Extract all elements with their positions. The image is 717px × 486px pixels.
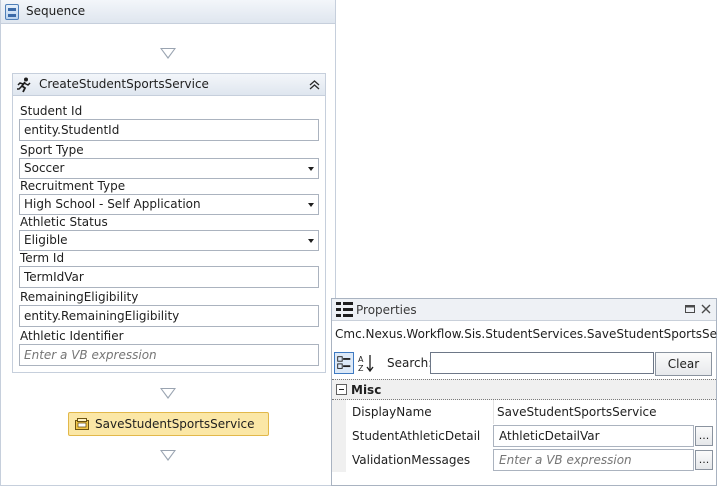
create-student-sports-service-activity[interactable]: CreateStudentSportsService Student Id Sp… (12, 73, 326, 373)
activity-icon (75, 418, 89, 430)
drop-target-arrow-icon[interactable] (160, 388, 176, 399)
drop-target-arrow-icon[interactable] (160, 450, 176, 461)
collapse-minus-icon[interactable] (336, 384, 347, 395)
properties-toolbar: A Z Search: Clear (332, 349, 716, 377)
recruitment-type-label: Recruitment Type (20, 179, 126, 193)
drop-target-arrow-icon[interactable] (160, 48, 176, 59)
student-id-label: Student Id (20, 104, 83, 118)
athletic-status-value: Eligible (24, 233, 68, 247)
student-athletic-detail-input[interactable] (493, 425, 694, 447)
clear-button[interactable]: Clear (655, 352, 712, 376)
property-row-student-athletic-detail[interactable]: StudentAthleticDetail ... (332, 424, 716, 448)
category-label: Misc (351, 383, 382, 397)
dropdown-arrow-icon[interactable] (308, 203, 314, 207)
validation-messages-input[interactable] (493, 449, 694, 471)
athletic-identifier-label: Athletic Identifier (20, 329, 124, 343)
term-id-input[interactable] (19, 266, 319, 288)
selected-type-name: Cmc.Nexus.Workflow.Sis.StudentServices.S… (335, 327, 717, 341)
properties-panel[interactable]: Properties Cmc.Nexus.Workflow.Sis.Studen… (331, 298, 717, 486)
row-gutter (332, 424, 346, 448)
athletic-status-label: Athletic Status (20, 215, 108, 229)
properties-titlebar[interactable]: Properties (332, 299, 716, 321)
student-id-input[interactable] (19, 119, 319, 141)
sort-alphabetical-icon[interactable]: A Z (356, 352, 376, 374)
remaining-eligibility-label: RemainingEligibility (20, 290, 139, 304)
sequence-title: Sequence (26, 4, 86, 18)
athletic-identifier-input[interactable] (19, 344, 319, 366)
property-row-display-name[interactable]: DisplayName SaveStudentSportsService (332, 400, 716, 424)
svg-text:Z: Z (358, 364, 364, 373)
search-label: Search: (387, 356, 433, 370)
ellipsis-button[interactable]: ... (695, 450, 713, 470)
sport-type-value: Soccer (24, 161, 65, 175)
ellipsis-button[interactable]: ... (695, 426, 713, 446)
term-id-label: Term Id (20, 251, 65, 265)
column-divider (493, 400, 494, 424)
row-gutter (332, 400, 346, 424)
property-name: ValidationMessages (352, 453, 471, 467)
property-grid: Misc DisplayName SaveStudentSportsServic… (332, 379, 716, 486)
save-student-sports-service-activity[interactable]: SaveStudentSportsService (68, 412, 269, 436)
category-row-misc[interactable]: Misc (332, 379, 716, 400)
property-name: StudentAthleticDetail (352, 429, 481, 443)
sequence-header[interactable]: Sequence (1, 0, 335, 24)
search-input[interactable] (430, 352, 654, 374)
sport-type-combobox[interactable]: Soccer (19, 158, 319, 179)
sequence-container[interactable]: Sequence CreateStudentSportsService Stud… (0, 0, 336, 486)
athletic-status-combobox[interactable]: Eligible (19, 230, 319, 251)
runner-icon (17, 77, 31, 93)
properties-list-icon (336, 302, 353, 317)
dropdown-arrow-icon[interactable] (308, 239, 314, 243)
dropdown-arrow-icon[interactable] (308, 167, 314, 171)
save-activity-title: SaveStudentSportsService (95, 417, 255, 431)
row-gutter (332, 448, 346, 472)
properties-title: Properties (356, 303, 417, 317)
recruitment-type-value: High School - Self Application (24, 197, 201, 211)
restore-window-icon[interactable] (684, 303, 696, 315)
sequence-icon (5, 4, 19, 20)
close-icon[interactable] (700, 303, 712, 315)
sport-type-label: Sport Type (20, 143, 84, 157)
activity-header[interactable]: CreateStudentSportsService (13, 74, 325, 96)
svg-text:A: A (358, 355, 364, 364)
property-row-validation-messages[interactable]: ValidationMessages ... (332, 448, 716, 472)
property-value[interactable]: SaveStudentSportsService (497, 405, 657, 419)
remaining-eligibility-input[interactable] (19, 305, 319, 327)
activity-title: CreateStudentSportsService (39, 77, 209, 91)
categorize-icon[interactable] (334, 352, 354, 374)
property-name: DisplayName (352, 405, 432, 419)
recruitment-type-combobox[interactable]: High School - Self Application (19, 194, 319, 215)
double-chevron-up-icon[interactable] (307, 77, 322, 92)
